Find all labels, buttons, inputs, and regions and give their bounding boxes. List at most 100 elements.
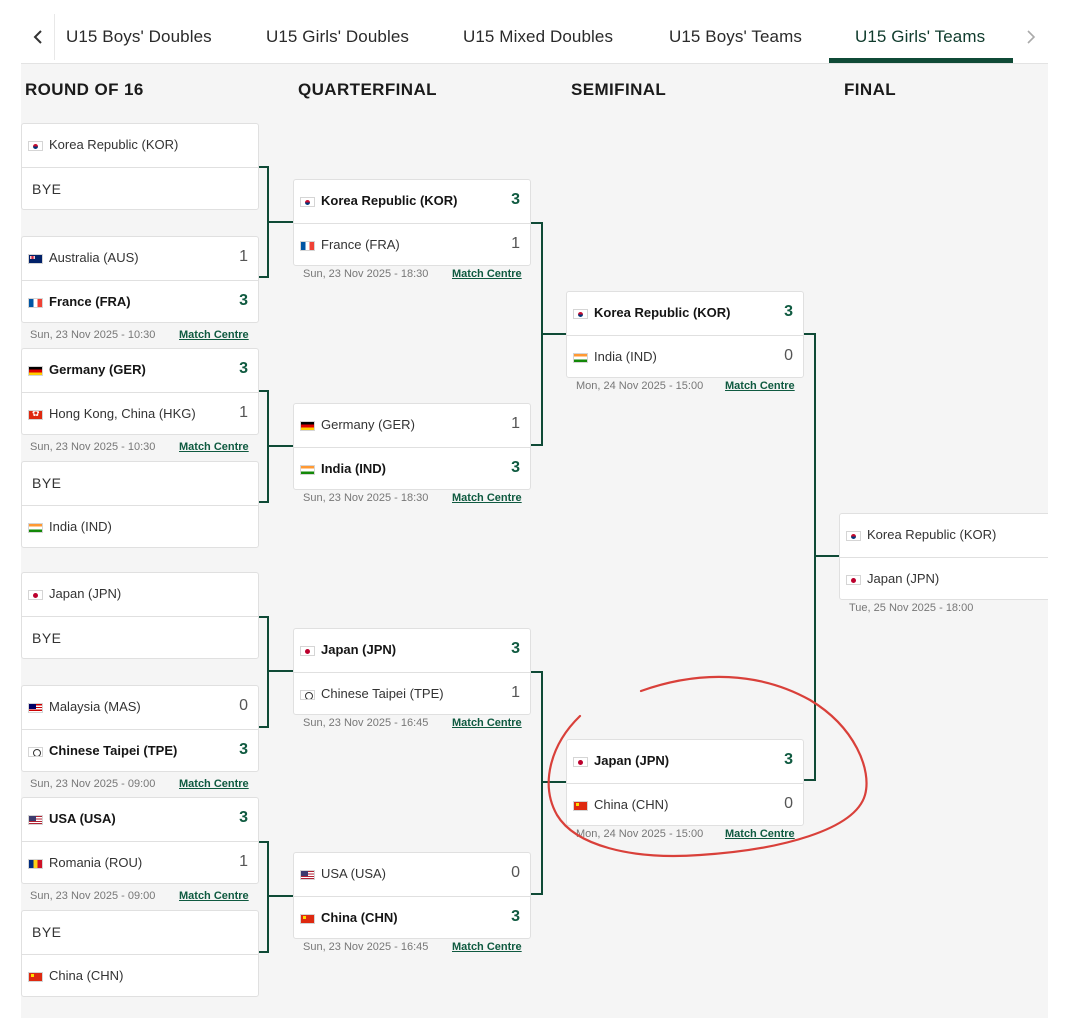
match-datetime: Sun, 23 Nov 2025 - 16:45 [303,941,429,953]
team-slot[interactable]: Korea Republic (KOR) 3 [567,292,803,335]
team-slot[interactable]: BYE [22,616,258,659]
team-slot[interactable]: France (FRA) 3 [22,280,258,323]
team-slot[interactable]: China (CHN) [22,954,258,997]
team-slot[interactable]: Korea Republic (KOR) [840,514,1048,557]
team-slot[interactable]: China (CHN) 0 [567,783,803,826]
team-slot[interactable]: BYE [22,911,258,954]
match-centre-link[interactable]: Match Centre [725,828,795,840]
team-slot[interactable]: Malaysia (MAS) 0 [22,686,258,729]
flag-kor-icon [846,531,861,541]
match-centre-link[interactable]: Match Centre [179,441,249,453]
team-score: 1 [511,415,520,432]
match-centre-link[interactable]: Match Centre [179,890,249,902]
bracket-connector [531,222,543,446]
team-slot[interactable]: BYE [22,462,258,505]
sf-match-card: Japan (JPN) 3 China (CHN) 0 [566,739,804,826]
team-slot[interactable]: BYE [22,167,258,210]
team-slot[interactable]: Chinese Taipei (TPE) 3 [22,729,258,772]
page-edge [1048,0,1084,1018]
r16-match-card: Korea Republic (KOR) BYE [21,123,259,210]
team-score: 3 [784,303,793,320]
team-name: Japan (JPN) [867,571,940,586]
team-name: India (IND) [321,461,386,476]
team-score: 0 [784,347,793,364]
flag-kor-icon [573,309,588,319]
team-slot[interactable]: Romania (ROU) 1 [22,841,258,884]
team-slot[interactable]: USA (USA) 0 [294,853,530,896]
active-tab-indicator [829,58,1013,63]
team-name: France (FRA) [321,237,400,252]
team-name: France (FRA) [49,294,131,309]
team-score: 3 [511,191,520,208]
team-slot[interactable]: Japan (JPN) [22,573,258,616]
tab-u15-girls-doubles[interactable]: U15 Girls' Doubles [266,0,409,64]
team-score: 3 [239,360,248,377]
flag-ind-icon [300,465,315,475]
team-slot[interactable]: China (CHN) 3 [294,896,530,939]
team-slot[interactable]: Hong Kong, China (HKG) 1 [22,392,258,435]
flag-ger-icon [300,421,315,431]
team-name: Hong Kong, China (HKG) [49,406,196,421]
team-name: Korea Republic (KOR) [594,305,731,320]
match-datetime: Sun, 23 Nov 2025 - 16:45 [303,717,429,729]
round-title-quarterfinal: QUARTERFINAL [298,80,437,99]
match-datetime: Mon, 24 Nov 2025 - 15:00 [576,828,704,840]
tab-u15-boys-doubles[interactable]: U15 Boys' Doubles [66,0,212,64]
r16-match-card: Australia (AUS) 1 France (FRA) 3 [21,236,259,323]
team-slot[interactable]: Korea Republic (KOR) [22,124,258,167]
team-slot[interactable]: USA (USA) 3 [22,798,258,841]
team-slot[interactable]: Australia (AUS) 1 [22,237,258,280]
team-slot[interactable]: Korea Republic (KOR) 3 [294,180,530,223]
tab-scroll-left-button[interactable] [21,14,55,60]
match-centre-link[interactable]: Match Centre [452,492,522,504]
tab-scroll-right-button[interactable] [1014,14,1048,60]
team-slot[interactable]: Germany (GER) 1 [294,404,530,447]
team-slot[interactable]: Japan (JPN) [840,557,1048,600]
team-name: USA (USA) [321,866,387,881]
team-slot[interactable]: Japan (JPN) 3 [567,740,803,783]
flag-kor-icon [28,141,43,151]
team-slot[interactable]: Japan (JPN) 3 [294,629,530,672]
team-name: China (CHN) [594,797,669,812]
match-centre-link[interactable]: Match Centre [725,380,795,392]
match-centre-link[interactable]: Match Centre [179,778,249,790]
team-slot[interactable]: Chinese Taipei (TPE) 1 [294,672,530,715]
team-score: 3 [511,908,520,925]
team-name: India (IND) [49,519,112,534]
bye-label: BYE [32,924,62,940]
final-match-card: Korea Republic (KOR) Japan (JPN) [839,513,1048,600]
team-slot[interactable]: India (IND) 3 [294,447,530,490]
team-slot[interactable]: Germany (GER) 3 [22,349,258,392]
qf-match-card: Korea Republic (KOR) 3 France (FRA) 1 [293,179,531,266]
match-centre-link[interactable]: Match Centre [452,717,522,729]
flag-hkg-icon [28,410,43,420]
r16-match-card: Germany (GER) 3 Hong Kong, China (HKG) 1 [21,348,259,435]
match-datetime: Sun, 23 Nov 2025 - 09:00 [30,890,156,902]
team-score: 1 [511,235,520,252]
flag-jpn-icon [846,575,861,585]
match-datetime: Sun, 23 Nov 2025 - 10:30 [30,329,156,341]
match-centre-link[interactable]: Match Centre [179,329,249,341]
r16-match-card: BYE China (CHN) [21,910,259,997]
match-centre-link[interactable]: Match Centre [452,268,522,280]
match-centre-link[interactable]: Match Centre [452,941,522,953]
chevron-left-icon [33,30,42,44]
bracket-connector [543,781,566,783]
flag-jpn-icon [28,590,43,600]
bye-label: BYE [32,630,62,646]
r16-match-card: BYE India (IND) [21,461,259,548]
tab-u15-mixed-doubles[interactable]: U15 Mixed Doubles [463,0,613,64]
bracket-connector [531,671,543,895]
team-slot[interactable]: India (IND) [22,505,258,548]
bracket-connector [269,221,293,223]
flag-mas-icon [28,703,43,713]
team-name: Japan (JPN) [49,586,122,601]
flag-usa-icon [300,870,315,880]
tab-u15-boys-teams[interactable]: U15 Boys' Teams [669,0,802,64]
tab-bar: U15 Boys' Doubles U15 Girls' Doubles U15… [21,0,1048,64]
team-slot[interactable]: France (FRA) 1 [294,223,530,266]
bye-label: BYE [32,181,62,197]
tab-u15-girls-teams[interactable]: U15 Girls' Teams [855,0,985,64]
bracket-connector [269,895,293,897]
team-slot[interactable]: India (IND) 0 [567,335,803,378]
